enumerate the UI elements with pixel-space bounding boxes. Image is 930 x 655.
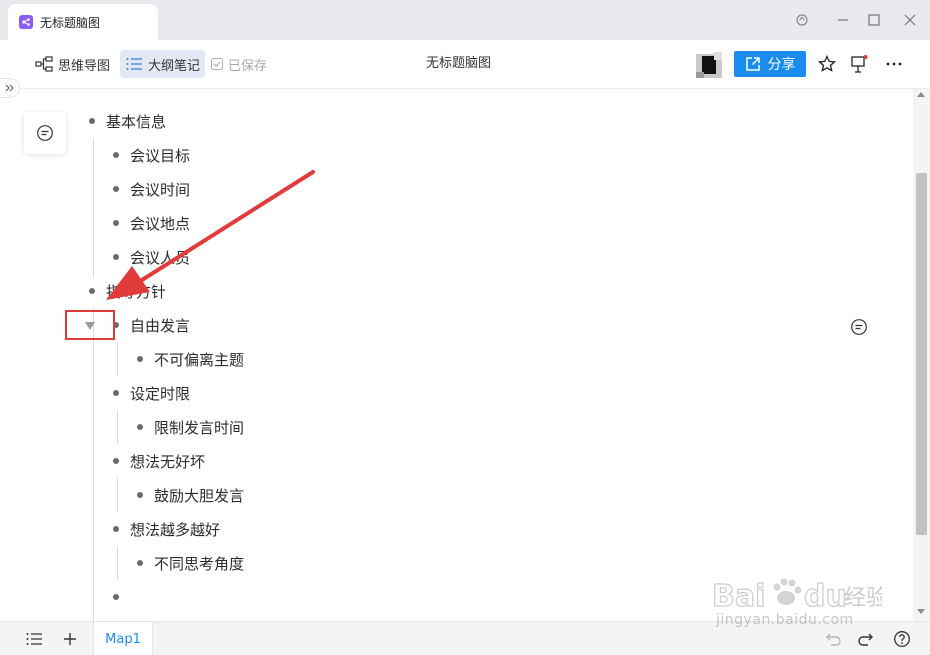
- outline-node[interactable]: 指导方针: [89, 279, 166, 303]
- mindmap-icon: [35, 56, 53, 72]
- document-tab[interactable]: 无标题脑图: [8, 4, 158, 40]
- mindmap-app-icon: [19, 15, 33, 29]
- close-icon[interactable]: [901, 11, 919, 29]
- node-label[interactable]: 想法无好坏: [130, 451, 205, 472]
- node-label[interactable]: 自由发言: [130, 315, 190, 336]
- scrollbar-thumb[interactable]: [916, 173, 927, 535]
- outline-node[interactable]: 会议地点: [113, 211, 190, 235]
- minimize-icon[interactable]: [834, 11, 852, 29]
- guide-line: [117, 546, 118, 580]
- outline-node[interactable]: 鼓励大胆发言: [137, 483, 244, 507]
- bullet: [137, 492, 143, 498]
- outline-node[interactable]: 会议目标: [113, 143, 190, 167]
- outline-node[interactable]: [113, 585, 130, 609]
- list-icon: [126, 58, 142, 70]
- bullet: [137, 560, 143, 566]
- outline-node[interactable]: 自由发言: [113, 313, 190, 337]
- star-icon[interactable]: [816, 53, 838, 75]
- guide-line: [117, 342, 118, 376]
- bullet: [113, 186, 119, 192]
- outline-node[interactable]: 会议人员: [113, 245, 190, 269]
- undo-icon[interactable]: [824, 629, 844, 649]
- guide-line: [93, 138, 94, 278]
- outline-node[interactable]: 不可偏离主题: [137, 347, 244, 371]
- mindmap-mode-button[interactable]: 思维导图: [30, 50, 115, 78]
- save-status: 已保存: [210, 50, 267, 78]
- node-label[interactable]: 基本信息: [106, 111, 166, 132]
- present-icon[interactable]: [848, 53, 870, 75]
- comment-icon: [37, 125, 53, 141]
- node-label[interactable]: 鼓励大胆发言: [154, 485, 244, 506]
- redo-icon[interactable]: [855, 629, 875, 649]
- outline-node[interactable]: 想法无好坏: [113, 449, 205, 473]
- node-label[interactable]: 会议地点: [130, 213, 190, 234]
- scroll-down-arrow-icon[interactable]: [917, 609, 925, 614]
- node-label[interactable]: 设定时限: [130, 383, 190, 404]
- node-label[interactable]: 指导方针: [106, 281, 166, 302]
- bullet: [113, 220, 119, 226]
- node-label[interactable]: 会议人员: [130, 247, 190, 268]
- node-label[interactable]: 不可偏离主题: [154, 349, 244, 370]
- outline-mode-label: 大纲笔记: [148, 58, 201, 74]
- watermark-url: jingyan.baidu.com: [716, 612, 854, 628]
- bullet: [113, 594, 119, 600]
- help-icon[interactable]: [892, 629, 912, 649]
- outline-node[interactable]: 想法越多越好: [113, 517, 220, 541]
- bullet: [113, 152, 119, 158]
- node-label[interactable]: 不同思考角度: [154, 553, 244, 574]
- mindmap-mode-label: 思维导图: [58, 58, 111, 74]
- annotation-highlight-box: [65, 310, 115, 340]
- bullet: [113, 458, 119, 464]
- title-bar: 无标题脑图: [0, 0, 930, 40]
- outline-node[interactable]: 设定时限: [113, 381, 190, 405]
- bullet: [89, 288, 95, 294]
- sheet-list-icon[interactable]: [24, 629, 44, 649]
- outline-mode-button[interactable]: 大纲笔记: [120, 50, 206, 78]
- avatar[interactable]: [694, 50, 724, 80]
- bullet: [137, 424, 143, 430]
- outline-node[interactable]: 基本信息: [89, 109, 166, 133]
- add-sheet-icon[interactable]: [60, 629, 80, 649]
- guide-line: [93, 308, 94, 621]
- sheet-tab[interactable]: Map1: [93, 622, 153, 655]
- node-label[interactable]: 会议目标: [130, 145, 190, 166]
- sync-icon[interactable]: [793, 11, 811, 29]
- node-label[interactable]: 限制发言时间: [154, 417, 244, 438]
- guide-line: [117, 478, 118, 512]
- saved-label: 已保存: [228, 58, 268, 74]
- maximize-icon[interactable]: [865, 11, 883, 29]
- more-icon[interactable]: [883, 53, 905, 75]
- bullet: [89, 118, 95, 124]
- outline-node[interactable]: 会议时间: [113, 177, 190, 201]
- share-label: 分享: [767, 57, 796, 73]
- bullet: [113, 526, 119, 532]
- scroll-up-arrow-icon[interactable]: [917, 92, 925, 97]
- outline-node[interactable]: 限制发言时间: [137, 415, 244, 439]
- expand-sidebar-icon[interactable]: [0, 78, 20, 98]
- bullet: [113, 390, 119, 396]
- outline-node[interactable]: 不同思考角度: [137, 551, 244, 575]
- node-label[interactable]: 会议时间: [130, 179, 190, 200]
- comment-panel-button[interactable]: [24, 112, 66, 154]
- bullet: [113, 254, 119, 260]
- tab-title: 无标题脑图: [40, 15, 101, 30]
- saved-check-icon: [210, 57, 224, 71]
- guide-line: [117, 410, 118, 444]
- share-icon: [745, 57, 760, 71]
- bullet: [137, 356, 143, 362]
- node-comment-icon[interactable]: [850, 318, 868, 336]
- share-button[interactable]: 分享: [734, 51, 806, 77]
- node-label[interactable]: 想法越多越好: [130, 519, 220, 540]
